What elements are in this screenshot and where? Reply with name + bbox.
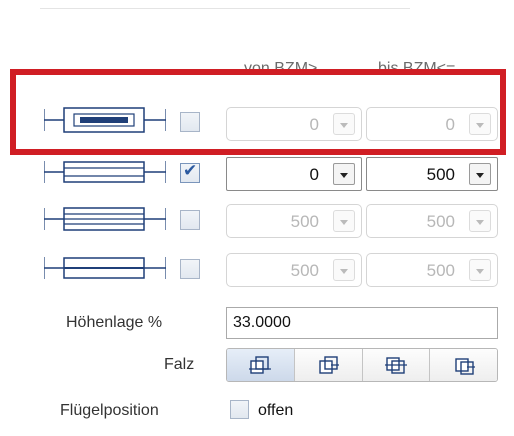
hoehenlage-input[interactable]: 33.0000 [226,307,498,339]
falz-option-3-icon [384,357,407,374]
falz-option-2-button[interactable] [294,349,363,381]
row-2-checkbox[interactable]: ✔ [180,161,200,183]
falz-option-4-icon [454,358,475,375]
row-2-von-combo[interactable]: 0 [226,157,362,191]
chevron-down-icon[interactable] [469,210,491,232]
hoehenlage-value: 33.0000 [233,314,291,331]
offen-checkbox[interactable] [230,400,249,419]
row-3-von-combo[interactable]: 500 [226,204,362,238]
hoehenlage-label: Höhenlage % [66,314,163,331]
row-1-von-combo[interactable]: 0 [226,107,362,141]
profile-frame-icon [44,158,166,186]
row-1-bis-combo[interactable]: 0 [366,107,498,141]
falz-option-1-icon [249,356,272,374]
chevron-down-icon[interactable] [333,259,355,281]
falz-option-3-button[interactable] [362,349,431,381]
row-3-von-value: 500 [290,212,319,231]
falz-button-group [226,348,498,382]
column-header-bis: bis BZM<= [378,60,456,77]
fluegelposition-label: Flügelposition [60,402,159,419]
profile-double-bar-icon [44,106,166,134]
falz-option-4-button[interactable] [430,349,497,381]
row-3-checkbox[interactable] [180,210,200,230]
chevron-down-icon[interactable] [333,163,355,185]
row-2-bis-value: 500 [426,165,455,184]
checkmark-icon: ✔ [183,161,198,181]
row-1-bis-value: 0 [445,115,455,134]
row-4-bis-combo[interactable]: 500 [366,253,498,287]
row-3-bis-value: 500 [426,212,455,231]
row-1-von-value: 0 [309,115,319,134]
row-2-von-value: 0 [309,165,319,184]
falz-label: Falz [164,356,195,373]
falz-option-2-icon [319,356,340,374]
top-divider [40,8,410,9]
row-3-bis-combo[interactable]: 500 [366,204,498,238]
row-4-checkbox[interactable] [180,259,200,279]
chevron-down-icon[interactable] [333,113,355,135]
offen-label: offen [258,402,294,419]
row-4-von-value: 500 [290,261,319,280]
row-2-bis-combo[interactable]: 500 [366,157,498,191]
falz-option-1-button[interactable] [227,349,295,381]
row-4-bis-value: 500 [426,261,455,280]
chevron-down-icon[interactable] [469,113,491,135]
profile-single-line-icon [44,254,166,282]
row-1-checkbox[interactable] [180,112,200,132]
chevron-down-icon[interactable] [469,259,491,281]
profile-triple-line-icon [44,205,166,233]
column-header-von: von BZM> [244,60,318,77]
chevron-down-icon[interactable] [333,210,355,232]
row-4-von-combo[interactable]: 500 [226,253,362,287]
chevron-down-icon[interactable] [469,163,491,185]
